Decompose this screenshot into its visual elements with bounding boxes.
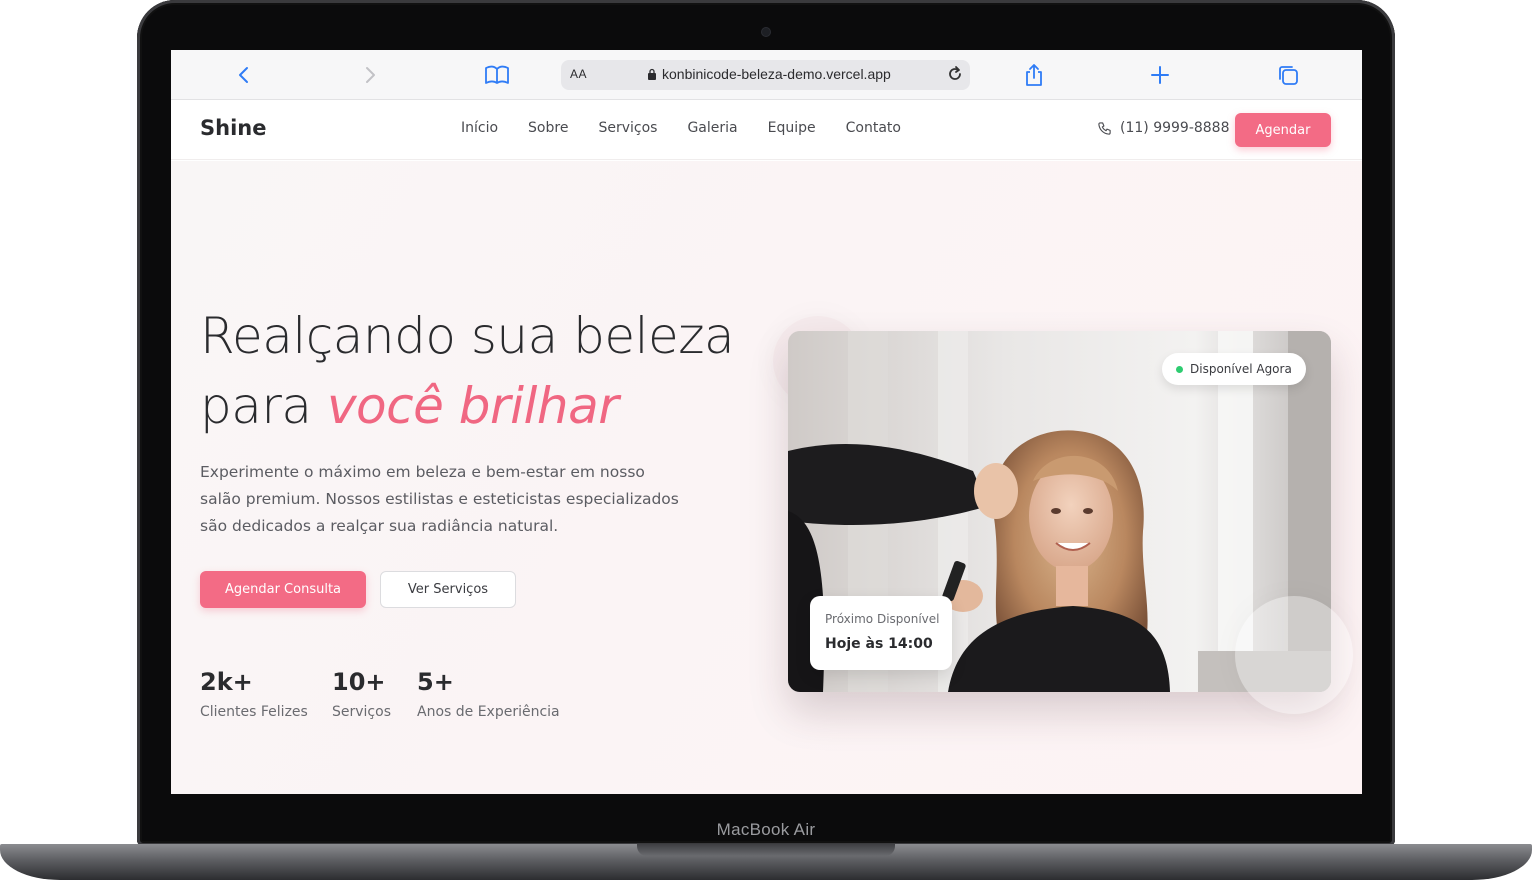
next-available-time: Hoje às 14:00 [825,636,933,652]
url-text: konbinicode-beleza-demo.vercel.app [662,66,891,82]
new-tab-icon[interactable] [1147,62,1173,88]
phone-link[interactable]: (11) 9999-8888 [1097,120,1230,136]
stat-label: Serviços [332,704,391,720]
reload-icon[interactable] [946,65,964,83]
hero-section: Realçando sua beleza para você brilhar E… [171,161,1362,794]
nav-item-sobre[interactable]: Sobre [528,120,568,136]
phone-number: (11) 9999-8888 [1120,120,1230,136]
stat-experience: 5+ Anos de Experiência [417,668,560,720]
agendar-consulta-button[interactable]: Agendar Consulta [200,571,366,608]
back-icon[interactable] [231,62,257,88]
headline-line-1: Realçando sua beleza [200,307,735,365]
stat-label: Anos de Experiência [417,704,560,720]
stat-value: 2k+ [200,668,253,696]
forward-icon[interactable] [357,62,383,88]
address-bar[interactable]: AA konbinicode-beleza-demo.vercel.app [561,60,970,90]
device-model-label: MacBook Air [716,820,816,839]
tabs-icon[interactable] [1275,62,1301,88]
stat-value: 5+ [417,668,454,696]
stat-value: 10+ [332,668,386,696]
site-header: Shine Início Sobre Serviços Galeria Equi… [171,100,1362,160]
nav-item-galeria[interactable]: Galeria [687,120,737,136]
laptop-notch [637,844,895,856]
headline-plain: para [200,377,327,435]
bookmarks-icon[interactable] [484,62,510,88]
decorative-circle [1235,596,1353,714]
stat-label: Clientes Felizes [200,704,308,720]
browser-toolbar: AA konbinicode-beleza-demo.vercel.app [171,50,1362,100]
site-logo[interactable]: Shine [200,116,266,140]
hero-headline: Realçando sua beleza para você brilhar [200,301,735,441]
phone-icon [1098,121,1111,135]
share-icon[interactable] [1021,62,1047,88]
laptop-base [0,844,1532,880]
camera [762,28,770,36]
lock-icon [648,68,656,80]
stat-services: 10+ Serviços [332,668,391,720]
status-dot [1176,366,1183,373]
nav-item-servicos[interactable]: Serviços [598,120,657,136]
hero-description: Experimente o máximo em beleza e bem-est… [200,463,679,535]
nav-item-equipe[interactable]: Equipe [768,120,816,136]
next-available-label: Próximo Disponível [825,612,940,626]
headline-accent: você brilhar [326,377,619,435]
availability-text: Disponível Agora [1190,362,1292,376]
stat-clients: 2k+ Clientes Felizes [200,668,308,720]
ver-servicos-button[interactable]: Ver Serviços [380,571,516,608]
screen: AA konbinicode-beleza-demo.vercel.app Sh… [171,50,1362,794]
header-agendar-button[interactable]: Agendar [1235,113,1331,147]
next-available-card: Próximo Disponível Hoje às 14:00 [810,596,952,670]
text-size-button[interactable]: AA [570,67,587,81]
availability-badge: Disponível Agora [1162,353,1306,385]
nav-item-contato[interactable]: Contato [846,120,901,136]
nav-item-inicio[interactable]: Início [461,120,498,136]
main-nav: Início Sobre Serviços Galeria Equipe Con… [461,120,931,136]
headline-line-2: para você brilhar [200,371,734,441]
